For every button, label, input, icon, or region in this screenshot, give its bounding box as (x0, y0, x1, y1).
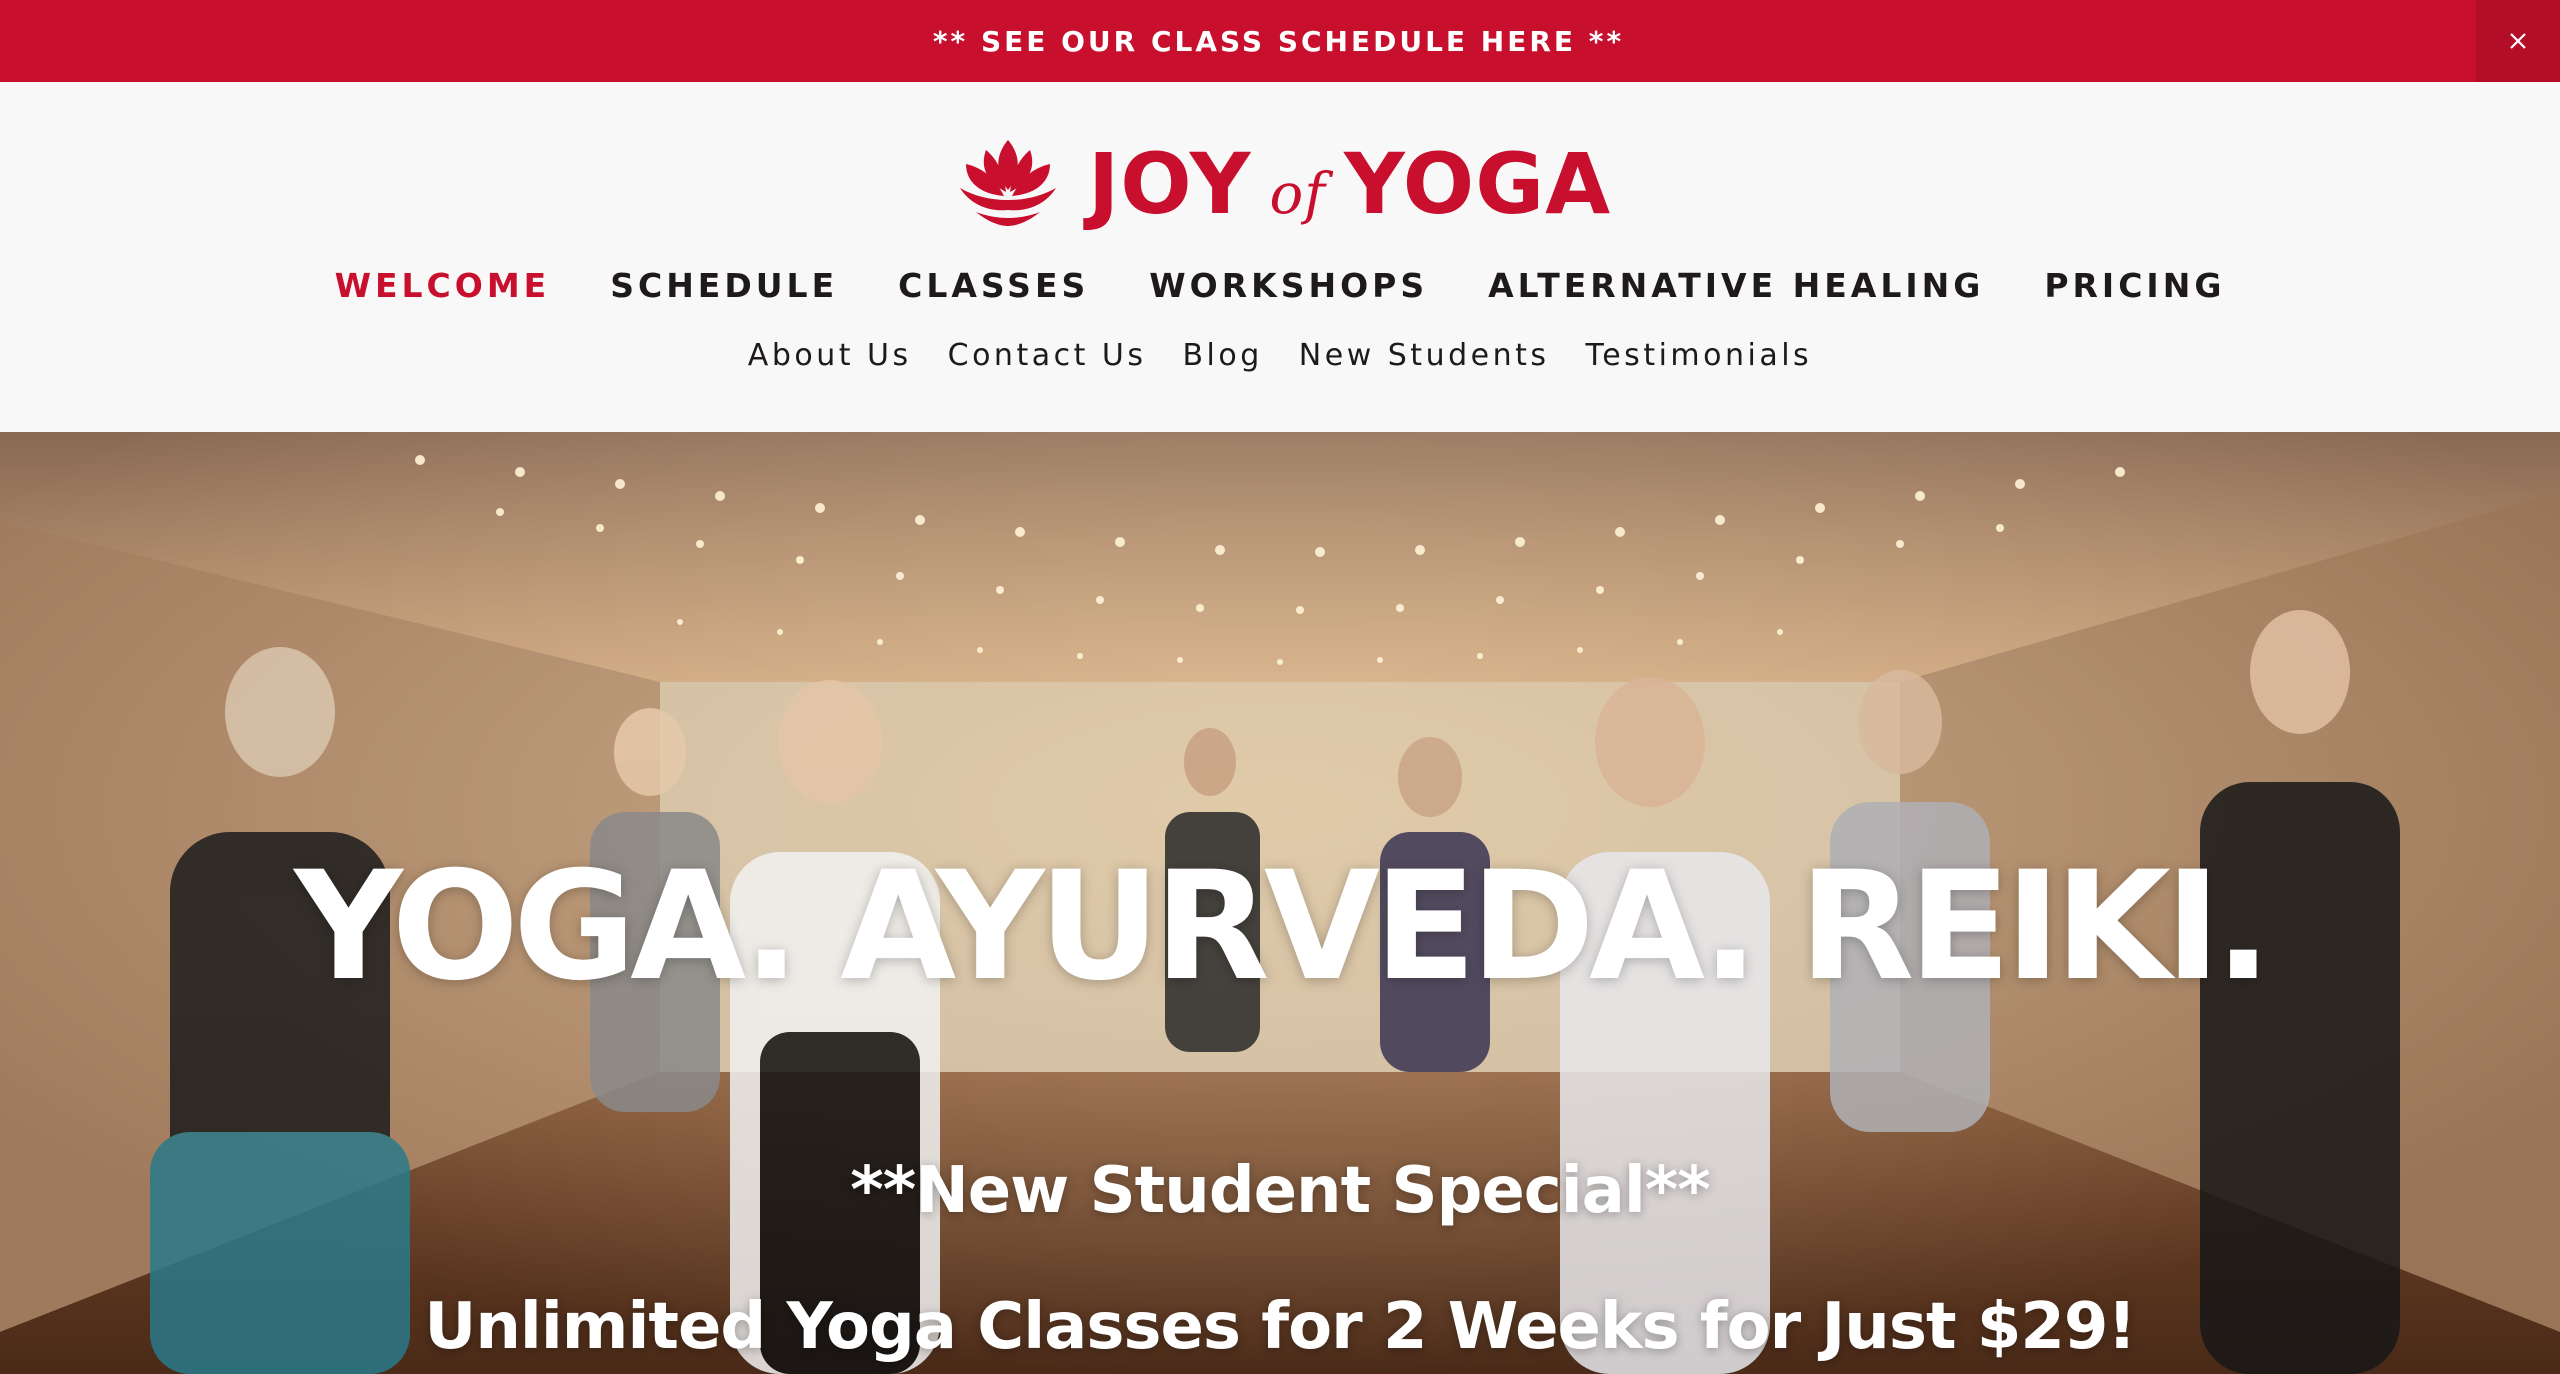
brand-name-right: YOGA (1343, 135, 1612, 233)
hero-special-title: **New Student Special** (850, 1154, 1710, 1228)
main-navigation: WELCOME SCHEDULE CLASSES WORKSHOPS ALTER… (0, 266, 2560, 305)
site-logo[interactable]: JOY of YOGA (956, 134, 1611, 234)
lotus-icon (960, 140, 1056, 226)
hero-offer-text: Unlimited Yoga Classes for 2 Weeks for J… (424, 1290, 2136, 1364)
nav-welcome[interactable]: WELCOME (335, 266, 551, 305)
site-header: JOY of YOGA WELCOME SCHEDULE CLASSES WOR… (0, 82, 2560, 432)
brand-name-mid: of (1269, 162, 1326, 227)
nav-pricing[interactable]: PRICING (2044, 266, 2225, 305)
nav-new-students[interactable]: New Students (1299, 338, 1550, 373)
announcement-bar[interactable]: ** SEE OUR CLASS SCHEDULE HERE ** (0, 0, 2560, 82)
nav-contact-us[interactable]: Contact Us (948, 338, 1147, 373)
brand-name-left: JOY (1088, 135, 1252, 233)
brand-wordmark: JOY of YOGA (1088, 142, 1611, 226)
secondary-navigation: About Us Contact Us Blog New Students Te… (0, 338, 2560, 373)
nav-alternative-healing[interactable]: ALTERNATIVE HEALING (1488, 266, 1984, 305)
hero-headline: YOGA. AYURVEDA. REIKI. (294, 840, 2272, 1014)
nav-testimonials[interactable]: Testimonials (1586, 338, 1813, 373)
nav-schedule[interactable]: SCHEDULE (610, 266, 838, 305)
announcement-link[interactable]: ** SEE OUR CLASS SCHEDULE HERE ** (933, 25, 1624, 58)
nav-workshops[interactable]: WORKSHOPS (1149, 266, 1428, 305)
nav-about-us[interactable]: About Us (748, 338, 912, 373)
hero-banner: YOGA. AYURVEDA. REIKI. **New Student Spe… (0, 432, 2560, 1374)
close-announcement-button[interactable] (2476, 0, 2560, 82)
close-icon (2510, 33, 2526, 49)
nav-classes[interactable]: CLASSES (898, 266, 1089, 305)
nav-blog[interactable]: Blog (1182, 338, 1262, 373)
